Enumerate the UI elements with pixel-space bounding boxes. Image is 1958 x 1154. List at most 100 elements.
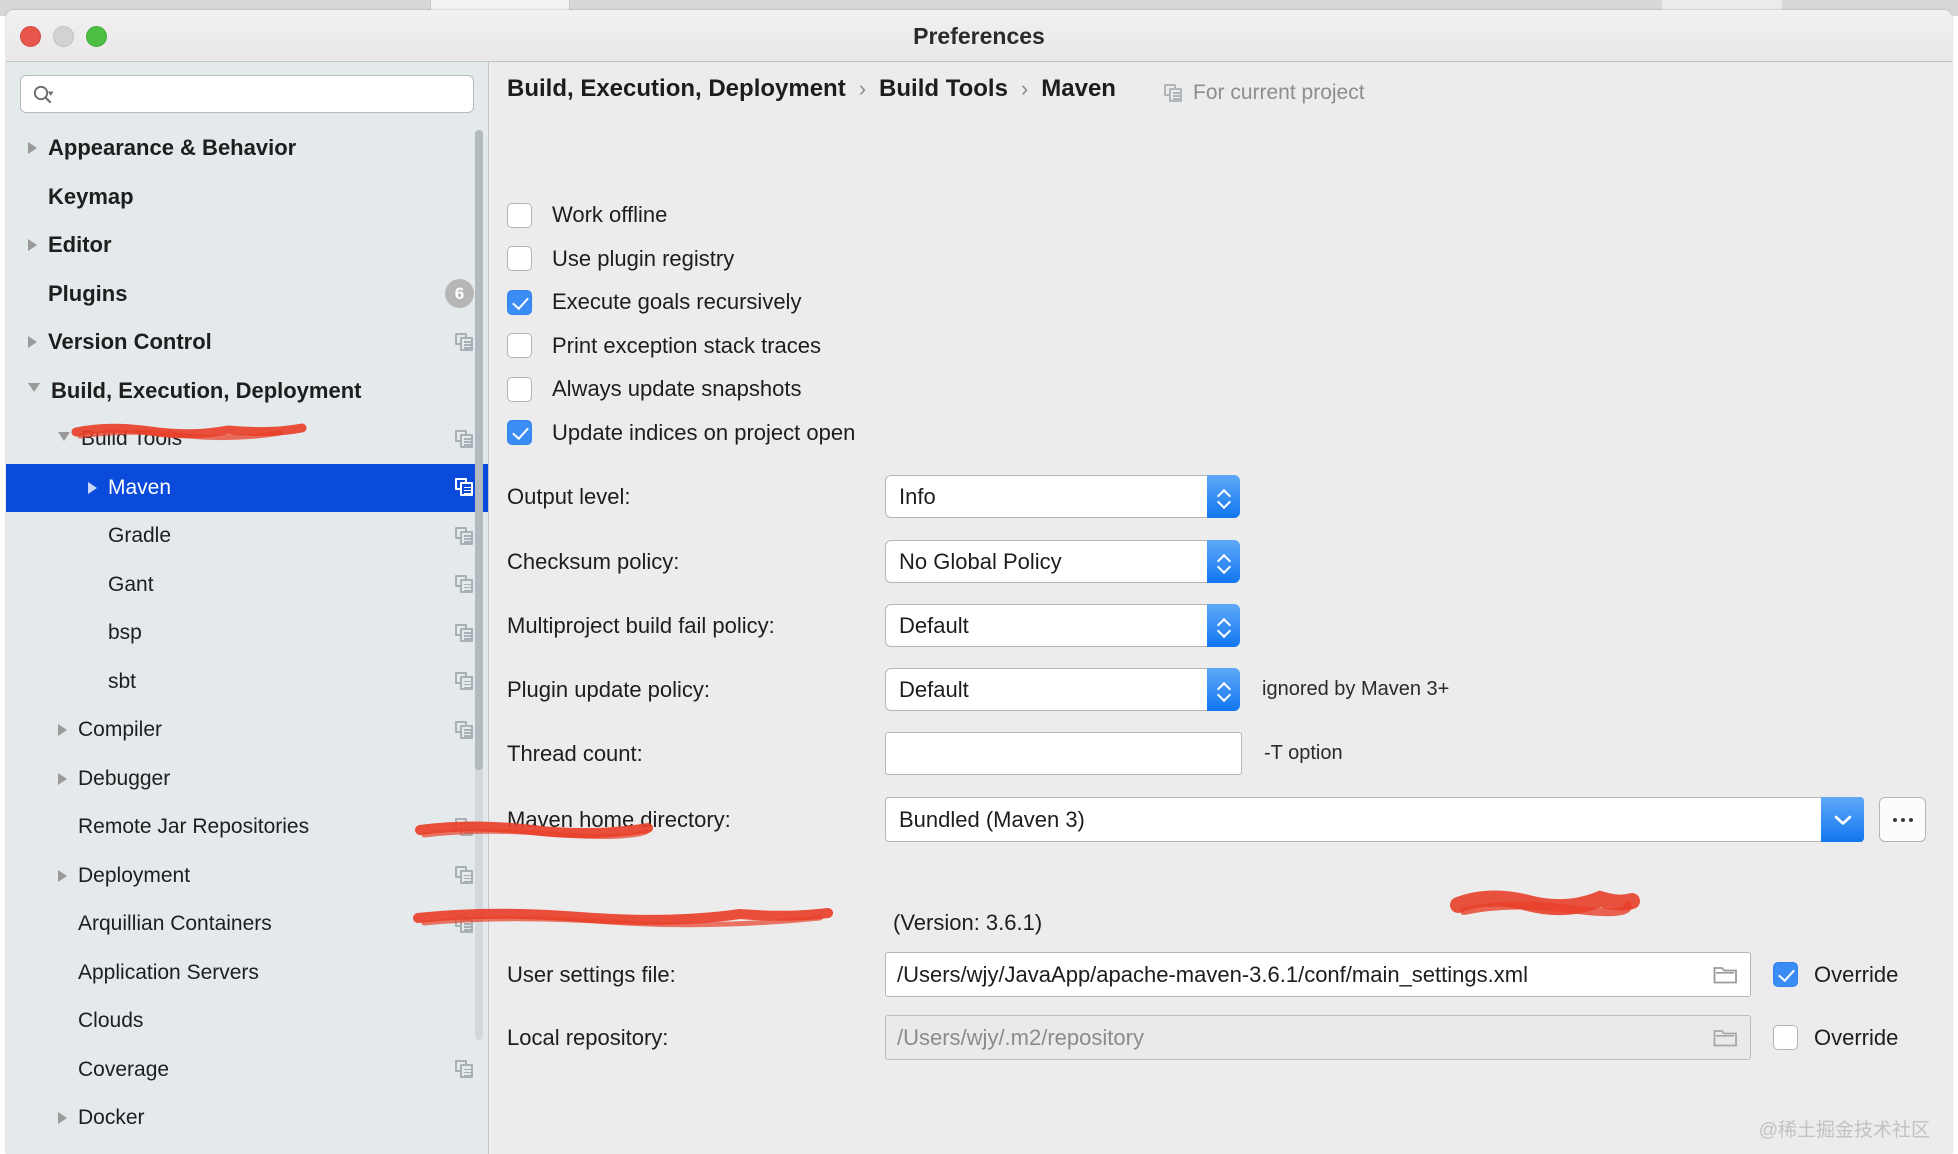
checksum-policy-select[interactable]: No Global Policy bbox=[885, 540, 1240, 583]
chevron-down-icon bbox=[1218, 627, 1230, 634]
plugin-update-policy-stepper[interactable] bbox=[1207, 668, 1240, 711]
sidebar-item-keymap[interactable]: Keymap bbox=[6, 173, 488, 222]
breadcrumb-part-3[interactable]: Maven bbox=[1041, 75, 1116, 103]
user-settings-file-row: User settings file: /Users/wjy/JavaApp/a… bbox=[507, 952, 1898, 997]
multiproject-fail-policy-select[interactable]: Default bbox=[885, 604, 1240, 647]
sidebar-item-remote-jar-repositories[interactable]: Remote Jar Repositories bbox=[6, 803, 488, 852]
window-titlebar: Preferences bbox=[6, 10, 1952, 62]
tree-expand-arrow-icon[interactable] bbox=[28, 336, 37, 348]
tree-expand-arrow-icon[interactable] bbox=[58, 773, 67, 785]
multiproject-fail-policy-stepper[interactable] bbox=[1207, 604, 1240, 647]
output-level-select[interactable]: Info bbox=[885, 475, 1240, 518]
local-repository-override-group[interactable]: Override bbox=[1773, 1025, 1898, 1051]
output-level-label: Output level: bbox=[507, 484, 885, 510]
sidebar-item-debugger[interactable]: Debugger bbox=[6, 755, 488, 804]
tree-expand-arrow-icon[interactable] bbox=[58, 1112, 67, 1124]
checkbox-row-execute-goals-recursively[interactable]: Execute goals recursively bbox=[507, 289, 801, 315]
window-title: Preferences bbox=[6, 23, 1952, 50]
sidebar-item-build-tools[interactable]: Build Tools bbox=[6, 415, 488, 464]
chevron-down-icon bbox=[1218, 498, 1230, 505]
checkbox-always-update-snapshots[interactable] bbox=[507, 377, 532, 402]
sidebar-item-application-servers[interactable]: Application Servers bbox=[6, 949, 488, 998]
sidebar-item-version-control[interactable]: Version Control bbox=[6, 318, 488, 367]
checkbox-label: Print exception stack traces bbox=[552, 333, 821, 359]
output-level-value: Info bbox=[886, 484, 936, 510]
checkbox-row-always-update-snapshots[interactable]: Always update snapshots bbox=[507, 376, 802, 402]
local-repository-override-label: Override bbox=[1814, 1025, 1898, 1051]
tree-arrow-spacer bbox=[58, 823, 67, 832]
checkbox-use-plugin-registry[interactable] bbox=[507, 246, 532, 271]
maven-home-directory-row: Maven home directory: Bundled (Maven 3) bbox=[507, 797, 1926, 842]
search-input[interactable] bbox=[63, 76, 467, 112]
sidebar-item-plugins[interactable]: Plugins6 bbox=[6, 270, 488, 319]
plugin-update-policy-select[interactable]: Default bbox=[885, 668, 1240, 711]
checksum-policy-stepper[interactable] bbox=[1207, 540, 1240, 583]
local-repository-input: /Users/wjy/.m2/repository bbox=[885, 1015, 1751, 1060]
tree-expand-arrow-icon[interactable] bbox=[28, 142, 37, 154]
user-settings-file-input[interactable]: /Users/wjy/JavaApp/apache-maven-3.6.1/co… bbox=[885, 952, 1751, 997]
sidebar-item-maven[interactable]: Maven bbox=[6, 464, 488, 513]
tree-expand-arrow-icon[interactable] bbox=[28, 239, 37, 251]
sidebar-item-gradle[interactable]: Gradle bbox=[6, 512, 488, 561]
tree-arrow-spacer bbox=[88, 677, 97, 686]
for-current-project-indicator: For current project bbox=[1164, 81, 1365, 105]
project-scope-icon bbox=[455, 721, 474, 740]
sidebar-item-badge: 6 bbox=[445, 279, 474, 308]
sidebar-item-label: Build, Execution, Deployment bbox=[51, 378, 361, 404]
maven-home-browse-button[interactable] bbox=[1879, 797, 1926, 842]
checkbox-row-update-indices-on-project-open[interactable]: Update indices on project open bbox=[507, 420, 855, 446]
tree-expand-arrow-icon[interactable] bbox=[58, 870, 67, 882]
sidebar-item-docker[interactable]: Docker bbox=[6, 1094, 488, 1143]
checkbox-execute-goals-recursively[interactable] bbox=[507, 290, 532, 315]
tree-expand-arrow-icon[interactable] bbox=[58, 724, 67, 736]
thread-count-input[interactable] bbox=[885, 732, 1242, 775]
tree-collapse-arrow-icon[interactable] bbox=[28, 383, 40, 398]
folder-icon[interactable] bbox=[1713, 964, 1738, 985]
checkbox-work-offline[interactable] bbox=[507, 203, 532, 228]
multiproject-fail-policy-row: Multiproject build fail policy: Default bbox=[507, 604, 1240, 647]
sidebar-item-arquillian-containers[interactable]: Arquillian Containers bbox=[6, 900, 488, 949]
sidebar-item-coverage[interactable]: Coverage bbox=[6, 1046, 488, 1095]
sidebar-item-appearance-behavior[interactable]: Appearance & Behavior bbox=[6, 124, 488, 173]
search-icon bbox=[32, 84, 54, 106]
sidebar-item-sbt[interactable]: sbt bbox=[6, 658, 488, 707]
checkbox-row-work-offline[interactable]: Work offline bbox=[507, 202, 667, 228]
search-box[interactable] bbox=[20, 75, 474, 113]
maven-settings-panel: Build, Execution, Deployment › Build Too… bbox=[489, 62, 1952, 1154]
tree-collapse-arrow-icon[interactable] bbox=[58, 432, 70, 447]
sidebar-item-bsp[interactable]: bsp bbox=[6, 609, 488, 658]
checkbox-row-use-plugin-registry[interactable]: Use plugin registry bbox=[507, 246, 734, 272]
ellipsis-dot bbox=[1893, 818, 1897, 822]
sidebar-item-editor[interactable]: Editor bbox=[6, 221, 488, 270]
project-scope-icon bbox=[455, 866, 474, 885]
checkbox-update-indices-on-project-open[interactable] bbox=[507, 420, 532, 445]
sidebar-scrollbar-thumb[interactable] bbox=[475, 130, 483, 770]
maven-home-directory-select[interactable]: Bundled (Maven 3) bbox=[885, 797, 1864, 842]
sidebar-item-label: Gradle bbox=[108, 524, 171, 548]
breadcrumb-part-1[interactable]: Build, Execution, Deployment bbox=[507, 75, 846, 103]
tree-arrow-spacer bbox=[88, 580, 97, 589]
user-settings-override-group[interactable]: Override bbox=[1773, 962, 1898, 988]
checkbox-print-exception-stack-traces[interactable] bbox=[507, 333, 532, 358]
sidebar-item-label: Remote Jar Repositories bbox=[78, 815, 309, 839]
sidebar-item-build-execution-deployment[interactable]: Build, Execution, Deployment bbox=[6, 367, 488, 416]
project-scope-icon bbox=[455, 915, 474, 934]
sidebar-item-gant[interactable]: Gant bbox=[6, 561, 488, 610]
maven-home-dropdown-button[interactable] bbox=[1821, 797, 1864, 842]
tree-expand-arrow-icon[interactable] bbox=[88, 482, 97, 494]
sidebar-item-label: Clouds bbox=[78, 1009, 143, 1033]
sidebar-item-compiler[interactable]: Compiler bbox=[6, 706, 488, 755]
breadcrumb-separator-1: › bbox=[859, 76, 866, 102]
sidebar-item-deployment[interactable]: Deployment bbox=[6, 852, 488, 901]
output-level-stepper[interactable] bbox=[1207, 475, 1240, 518]
local-repository-override-checkbox[interactable] bbox=[1773, 1025, 1798, 1050]
sidebar-item-clouds[interactable]: Clouds bbox=[6, 997, 488, 1046]
tree-arrow-spacer bbox=[88, 629, 97, 638]
tree-arrow-spacer bbox=[58, 1017, 67, 1026]
breadcrumb-part-2[interactable]: Build Tools bbox=[879, 75, 1008, 103]
breadcrumb: Build, Execution, Deployment › Build Too… bbox=[507, 75, 1116, 103]
sidebar-scrollbar[interactable] bbox=[475, 130, 483, 1040]
checkbox-row-print-exception-stack-traces[interactable]: Print exception stack traces bbox=[507, 333, 821, 359]
user-settings-override-checkbox[interactable] bbox=[1773, 962, 1798, 987]
sidebar-item-label: Gant bbox=[108, 573, 154, 597]
